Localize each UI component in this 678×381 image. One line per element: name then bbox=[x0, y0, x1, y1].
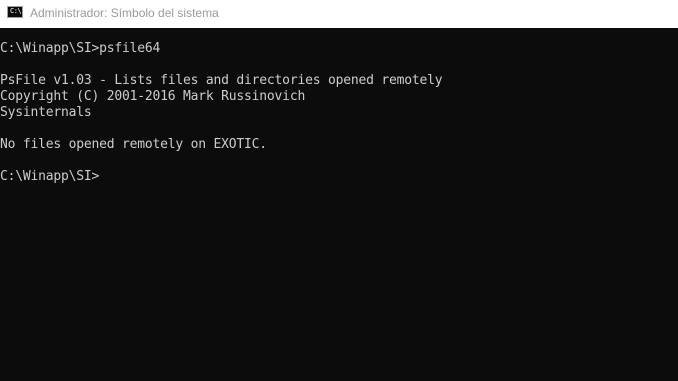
console-line-copyright: Copyright (C) 2001-2016 Mark Russinovich bbox=[0, 89, 306, 104]
window-title: Administrador: Símbolo del sistema bbox=[30, 6, 219, 20]
command-prompt-window: C:\ Administrador: Símbolo del sistema C… bbox=[0, 0, 678, 381]
console-line-command: C:\Winapp\SI>psfile64 bbox=[0, 41, 161, 56]
console-output[interactable]: C:\Winapp\SI>psfile64 PsFile v1.03 - Lis… bbox=[0, 28, 678, 381]
cmd-icon-glyph: C:\ bbox=[10, 7, 22, 15]
console-line-result: No files opened remotely on EXOTIC. bbox=[0, 137, 267, 152]
console-line-tool-info: PsFile v1.03 - Lists files and directori… bbox=[0, 73, 443, 88]
console-line-prompt[interactable]: C:\Winapp\SI> bbox=[0, 169, 99, 185]
console-line-vendor: Sysinternals bbox=[0, 105, 92, 120]
cmd-icon[interactable]: C:\ bbox=[7, 6, 23, 18]
title-bar[interactable]: C:\ Administrador: Símbolo del sistema bbox=[0, 0, 678, 28]
